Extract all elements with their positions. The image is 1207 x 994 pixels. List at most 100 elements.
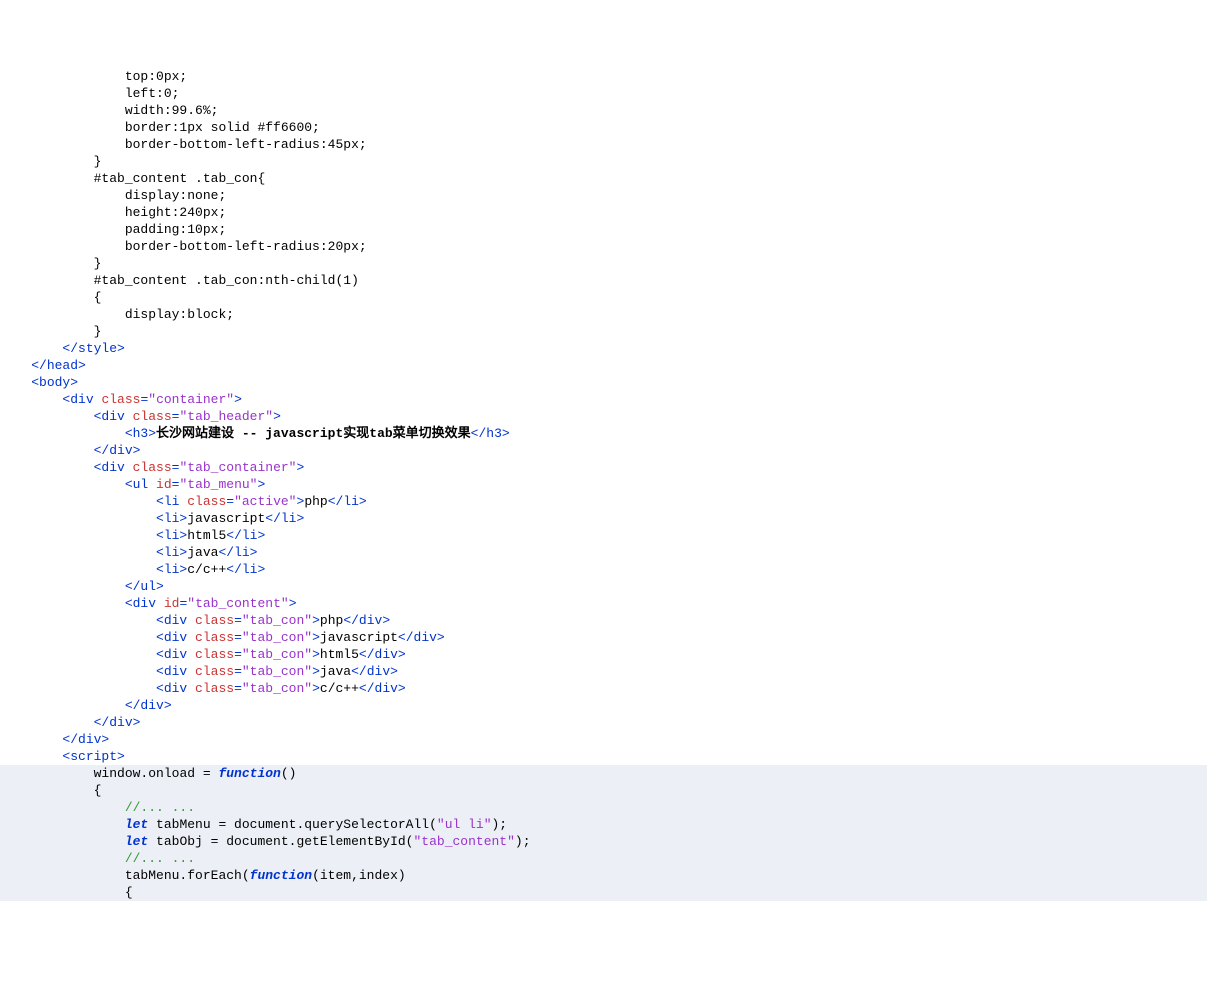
code-line: border-bottom-left-radius:45px; — [0, 136, 1207, 153]
code-token: "active" — [234, 494, 296, 509]
code-line: { — [0, 884, 1207, 901]
code-line: //... ... — [0, 799, 1207, 816]
code-line: <body> — [0, 374, 1207, 391]
code-token: <script> — [62, 749, 124, 764]
code-token: </div> — [62, 732, 109, 747]
code-token: </li> — [226, 528, 265, 543]
code-token: <div — [62, 392, 101, 407]
code-line: <script> — [0, 748, 1207, 765]
code-token: > — [312, 613, 320, 628]
script-region: window.onload = function() { //... ... l… — [0, 765, 1207, 901]
code-token: </div> — [359, 647, 406, 662]
code-line: height:240px; — [0, 204, 1207, 221]
code-token: > — [312, 630, 320, 645]
code-token: top:0px; — [125, 69, 187, 84]
code-line: window.onload = function() — [0, 765, 1207, 782]
code-token: </div> — [94, 715, 141, 730]
code-line: <div class="tab_con">html5</div> — [0, 646, 1207, 663]
code-token: () — [281, 766, 297, 781]
code-token: c/c++ — [320, 681, 359, 696]
code-line: <li>javascript</li> — [0, 510, 1207, 527]
code-token: <div — [156, 681, 195, 696]
code-token: > — [297, 460, 305, 475]
code-token: javascript — [187, 511, 265, 526]
code-token: <div — [94, 409, 133, 424]
code-token: class — [133, 409, 172, 424]
code-token: "tab_con" — [242, 681, 312, 696]
code-token: "container" — [148, 392, 234, 407]
code-token: </div> — [398, 630, 445, 645]
code-token: </div> — [359, 681, 406, 696]
code-token: left:0; — [125, 86, 180, 101]
code-token: "tab_menu" — [179, 477, 257, 492]
code-token: //... ... — [125, 851, 195, 866]
code-token: <div — [156, 664, 195, 679]
code-line: </div> — [0, 442, 1207, 459]
code-line: display:block; — [0, 306, 1207, 323]
code-line: #tab_content .tab_con:nth-child(1) — [0, 272, 1207, 289]
code-token: function — [218, 766, 280, 781]
code-token: class — [195, 681, 234, 696]
code-token: </style> — [62, 341, 124, 356]
code-line: { — [0, 289, 1207, 306]
code-token: } — [94, 324, 102, 339]
code-line: </style> — [0, 340, 1207, 357]
code-line: </div> — [0, 697, 1207, 714]
code-token: "tab_container" — [179, 460, 296, 475]
code-token: </li> — [328, 494, 367, 509]
code-token: > — [312, 647, 320, 662]
code-token: "ul li" — [437, 817, 492, 832]
code-token: { — [125, 885, 133, 900]
code-token: <body> — [31, 375, 78, 390]
code-token: "tab_con" — [242, 613, 312, 628]
code-token: "tab_content" — [413, 834, 514, 849]
code-token: = — [234, 613, 242, 628]
code-token: id — [164, 596, 180, 611]
code-token: = — [234, 647, 242, 662]
code-token: tabObj = document.getElementById( — [148, 834, 413, 849]
code-block: top:0px; left:0; width:99.6%; border:1px… — [0, 68, 1207, 909]
code-token: function — [250, 868, 312, 883]
code-token: (item,index) — [312, 868, 406, 883]
code-token: = — [234, 681, 242, 696]
code-line: <div class="tab_con">c/c++</div> — [0, 680, 1207, 697]
code-token: php — [320, 613, 343, 628]
code-token: </div> — [125, 698, 172, 713]
code-token: //... ... — [125, 800, 195, 815]
code-line: <div class="tab_header"> — [0, 408, 1207, 425]
code-line: <li>html5</li> — [0, 527, 1207, 544]
code-line: } — [0, 153, 1207, 170]
code-token: { — [94, 290, 102, 305]
code-token: > — [257, 477, 265, 492]
code-line: <div class="tab_con">php</div> — [0, 612, 1207, 629]
code-token: class — [195, 664, 234, 679]
code-token: tabMenu.forEach( — [125, 868, 250, 883]
code-line: <li>java</li> — [0, 544, 1207, 561]
code-token: } — [94, 154, 102, 169]
code-token: 长沙网站建设 -- javascript实现tab菜单切换效果 — [156, 426, 471, 441]
code-line: <div class="container"> — [0, 391, 1207, 408]
code-token: border-bottom-left-radius:45px; — [125, 137, 367, 152]
code-line: <div class="tab_con">javascript</div> — [0, 629, 1207, 646]
code-token: padding:10px; — [125, 222, 226, 237]
code-token: <div — [156, 613, 195, 628]
code-token: display:none; — [125, 188, 226, 203]
code-token: display:block; — [125, 307, 234, 322]
code-line: top:0px; — [0, 68, 1207, 85]
code-token: <div — [125, 596, 164, 611]
code-token: <li> — [156, 562, 187, 577]
code-token: </div> — [343, 613, 390, 628]
code-line: <li>c/c++</li> — [0, 561, 1207, 578]
code-token: class — [187, 494, 226, 509]
code-token: "tab_header" — [179, 409, 273, 424]
code-token: </li> — [218, 545, 257, 560]
code-token: > — [312, 664, 320, 679]
code-token: class — [101, 392, 140, 407]
code-token: class — [195, 613, 234, 628]
code-token: > — [289, 596, 297, 611]
code-token: "tab_con" — [242, 630, 312, 645]
code-token: </li> — [265, 511, 304, 526]
code-token: #tab_content .tab_con{ — [94, 171, 266, 186]
code-token: c/c++ — [187, 562, 226, 577]
code-token: java — [187, 545, 218, 560]
